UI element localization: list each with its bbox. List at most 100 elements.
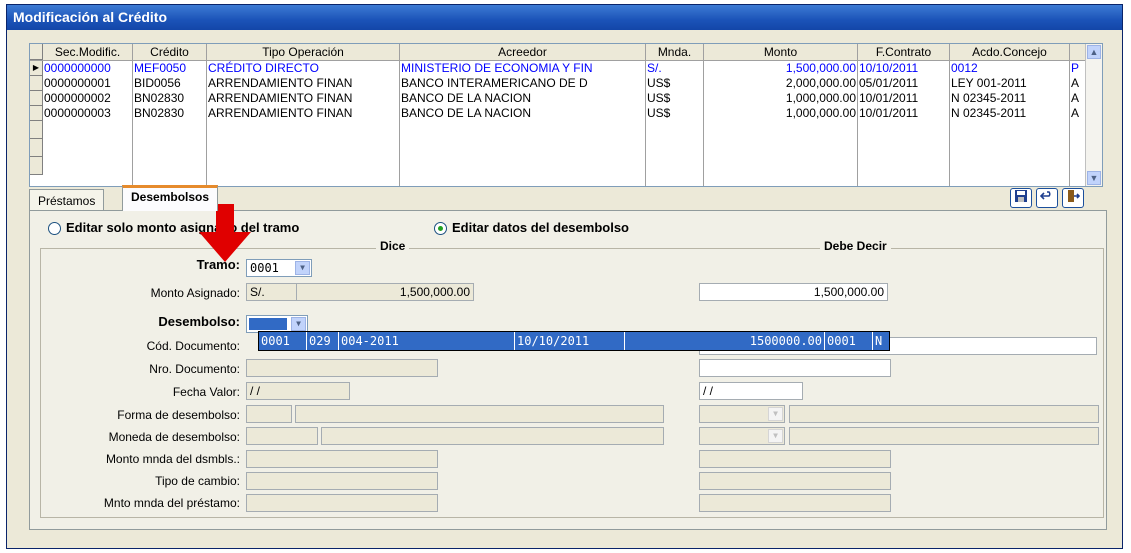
moneda-desc-field: [321, 427, 664, 445]
tramo-value: 0001: [250, 261, 279, 275]
table-row[interactable]: 0000000001 BID0056 ARRENDAMIENTO FINAN B…: [43, 76, 1088, 90]
cell-tipo[interactable]: ARRENDAMIENTO FINAN: [207, 91, 400, 105]
desembolso-selected: [249, 318, 287, 330]
col-mnda[interactable]: Mnda.: [646, 44, 704, 60]
cell-f-contrato[interactable]: 10/01/2011: [858, 91, 950, 105]
moneda-debe-desc-field: [789, 427, 1099, 445]
forma-desembolso-label: Forma de desembolso:: [117, 408, 240, 422]
table-row[interactable]: 0000000002 BN02830 ARRENDAMIENTO FINAN B…: [43, 91, 1088, 105]
cell-credito[interactable]: BN02830: [133, 106, 207, 120]
cell-credito[interactable]: BID0056: [133, 76, 207, 90]
cell-f-contrato[interactable]: 05/01/2011: [858, 76, 950, 90]
cell-tipo[interactable]: ARRENDAMIENTO FINAN: [207, 76, 400, 90]
col-tipo-operacion[interactable]: Tipo Operación: [207, 44, 400, 60]
row-indicator: [30, 106, 43, 121]
fecha-valor-label: Fecha Valor:: [172, 385, 240, 399]
col-acdo-concejo[interactable]: Acdo.Concejo: [950, 44, 1070, 60]
scroll-down-icon[interactable]: ▼: [1087, 171, 1101, 185]
mnto-prestamo-field: [246, 494, 438, 512]
dropdown-cell[interactable]: 1500000.00: [625, 332, 825, 350]
cell-monto[interactable]: 1,000,000.00: [704, 106, 858, 120]
nro-documento-debe-field[interactable]: [699, 359, 891, 377]
row-indicator: [30, 91, 43, 106]
desembolsos-panel: Editar solo monto asignado del tramo Edi…: [29, 210, 1107, 530]
cell-acdo[interactable]: N 02345-2011: [950, 91, 1070, 105]
cell-f-contrato[interactable]: 10/01/2011: [858, 106, 950, 120]
cell-sec[interactable]: 0000000000: [43, 61, 133, 75]
dropdown-cell[interactable]: 10/10/2011: [515, 332, 625, 350]
mnto-prestamo-label: Mnto mnda del préstamo:: [103, 496, 240, 510]
monto-mnda-field: [246, 450, 438, 468]
col-acreedor[interactable]: Acreedor: [400, 44, 646, 60]
row-indicator: [30, 139, 43, 157]
col-monto[interactable]: Monto: [704, 44, 858, 60]
cell-mnda[interactable]: US$: [646, 106, 704, 120]
col-f-contrato[interactable]: F.Contrato: [858, 44, 950, 60]
cell-credito[interactable]: MEF0050: [133, 61, 207, 75]
radio-edit-monto-label[interactable]: Editar solo monto asignado del tramo: [66, 220, 299, 235]
dropdown-cell[interactable]: 0001: [825, 332, 873, 350]
radio-edit-datos[interactable]: [434, 222, 447, 235]
radio-edit-datos-label[interactable]: Editar datos del desembolso: [452, 220, 629, 235]
cell-acdo[interactable]: LEY 001-2011: [950, 76, 1070, 90]
chevron-down-icon[interactable]: ▼: [295, 261, 310, 275]
cell-acreedor[interactable]: BANCO INTERAMERICANO DE D: [400, 76, 646, 90]
col-sec-modific[interactable]: Sec.Modific.: [43, 44, 133, 60]
cell-tipo[interactable]: ARRENDAMIENTO FINAN: [207, 106, 400, 120]
monto-asignado-debe-field[interactable]: 1,500,000.00: [699, 283, 888, 301]
cell-acreedor[interactable]: BANCO DE LA NACION: [400, 91, 646, 105]
chevron-down-icon[interactable]: ▼: [768, 407, 783, 421]
save-icon[interactable]: [1010, 188, 1032, 208]
undo-icon[interactable]: [1036, 188, 1058, 208]
cell-f-contrato[interactable]: 10/10/2011: [858, 61, 950, 75]
cell-acreedor[interactable]: MINISTERIO DE ECONOMIA Y FIN: [400, 61, 646, 75]
cell-monto[interactable]: 1,500,000.00: [704, 61, 858, 75]
cell-acdo[interactable]: 0012: [950, 61, 1070, 75]
table-row[interactable]: 0000000000 MEF0050 CRÉDITO DIRECTO MINIS…: [43, 61, 1088, 75]
forma-debe-select[interactable]: ▼: [699, 405, 785, 423]
col-credito[interactable]: Crédito: [133, 44, 207, 60]
radio-edit-monto[interactable]: [48, 222, 61, 235]
dropdown-cell[interactable]: 004-2011: [339, 332, 515, 350]
grid-scrollbar[interactable]: ▲ ▼: [1085, 44, 1102, 186]
row-indicator: [30, 157, 43, 175]
chevron-down-icon[interactable]: ▼: [768, 429, 783, 443]
fecha-valor-debe-field[interactable]: / /: [699, 382, 803, 400]
monto-mnda-debe-field: [699, 450, 891, 468]
credit-grid[interactable]: Sec.Modific. Crédito Tipo Operación Acre…: [29, 43, 1103, 187]
monto-mnda-label: Monto mnda del dsmbls.:: [105, 452, 240, 466]
cell-acdo[interactable]: N 02345-2011: [950, 106, 1070, 120]
moneda-debe-select[interactable]: ▼: [699, 427, 785, 445]
tipo-cambio-field: [246, 472, 438, 490]
moneda-desembolso-label: Moneda de desembolso:: [108, 430, 240, 444]
fecha-valor-field: / /: [246, 382, 350, 400]
dropdown-cell[interactable]: N: [873, 332, 889, 350]
nro-documento-label: Nro. Documento:: [149, 362, 240, 376]
cell-sec[interactable]: 0000000003: [43, 106, 133, 120]
cell-sec[interactable]: 0000000002: [43, 91, 133, 105]
chevron-down-icon[interactable]: ▼: [291, 317, 306, 331]
cell-sec[interactable]: 0000000001: [43, 76, 133, 90]
section-dice: Dice: [376, 239, 410, 253]
table-row[interactable]: 0000000003 BN02830 ARRENDAMIENTO FINAN B…: [43, 106, 1088, 120]
grid-header: Sec.Modific. Crédito Tipo Operación Acre…: [30, 44, 1090, 61]
tab-prestamos[interactable]: Préstamos: [29, 189, 105, 211]
dropdown-cell[interactable]: 0001: [259, 332, 307, 350]
cell-mnda[interactable]: US$: [646, 91, 704, 105]
dropdown-cell[interactable]: 029: [307, 332, 339, 350]
cell-monto[interactable]: 2,000,000.00: [704, 76, 858, 90]
tramo-select[interactable]: 0001 ▼: [246, 259, 312, 277]
cell-mnda[interactable]: S/.: [646, 61, 704, 75]
monto-moneda-field: S/.: [246, 283, 298, 301]
cell-tipo[interactable]: CRÉDITO DIRECTO: [207, 61, 400, 75]
monto-asignado-field: 1,500,000.00: [296, 283, 474, 301]
exit-icon[interactable]: [1062, 188, 1084, 208]
cell-acreedor[interactable]: BANCO DE LA NACION: [400, 106, 646, 120]
cell-mnda[interactable]: US$: [646, 76, 704, 90]
scroll-up-icon[interactable]: ▲: [1087, 45, 1101, 59]
desembolso-dropdown-list[interactable]: 0001 029 004-2011 10/10/2011 1500000.00 …: [258, 331, 890, 351]
tab-desembolsos[interactable]: Desembolsos: [122, 185, 219, 211]
cell-credito[interactable]: BN02830: [133, 91, 207, 105]
cell-monto[interactable]: 1,000,000.00: [704, 91, 858, 105]
row-indicator: [30, 121, 43, 139]
